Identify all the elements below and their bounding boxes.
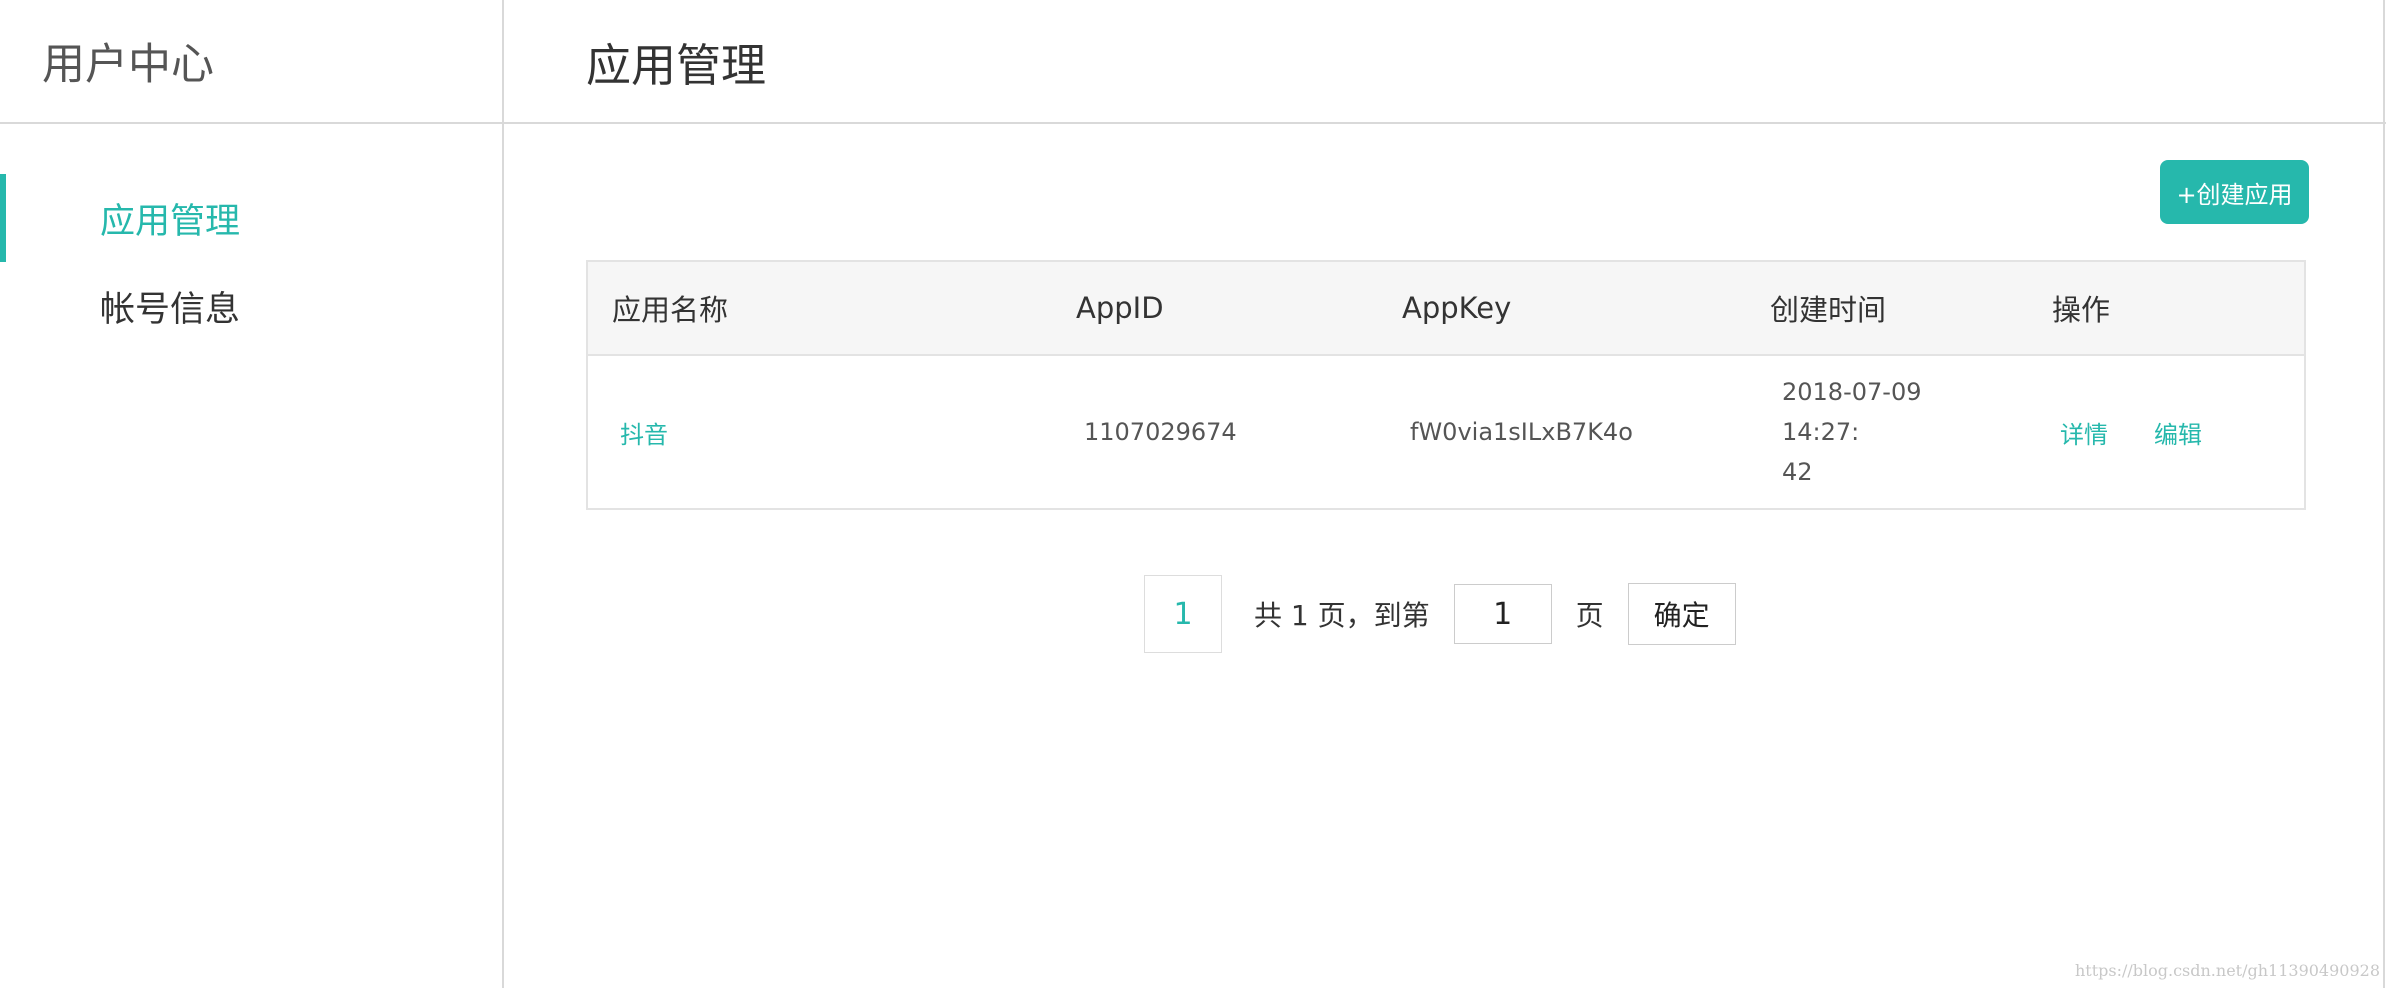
- app-table: 应用名称 AppID AppKey 创建时间 操作 抖音 1107029674 …: [586, 260, 2306, 510]
- right-divider: [2383, 0, 2385, 988]
- edit-link[interactable]: 编辑: [2154, 415, 2202, 450]
- app-name-link[interactable]: 抖音: [620, 415, 668, 450]
- created-time-line: 42: [1782, 458, 1813, 486]
- created-time-cell: 2018-07-09 14:27: 42: [1782, 356, 2002, 508]
- sidebar-nav: 应用管理 帐号信息: [0, 124, 502, 350]
- column-header-appkey: AppKey: [1402, 291, 1512, 325]
- page-number-button[interactable]: 1: [1144, 575, 1222, 653]
- details-link[interactable]: 详情: [2060, 415, 2108, 450]
- page-title: 应用管理: [504, 0, 2386, 124]
- sidebar-item-account-info[interactable]: 帐号信息: [0, 262, 502, 350]
- column-header-actions: 操作: [2052, 293, 2111, 327]
- table-row: 抖音 1107029674 fW0via1sILxB7K4o 2018-07-0…: [588, 356, 2304, 508]
- sidebar-item-label: 应用管理: [100, 201, 241, 242]
- confirm-page-button[interactable]: 确定: [1627, 583, 1736, 645]
- sidebar-title: 用户中心: [0, 0, 502, 124]
- pagination: 1 共 1 页，到第 页 确定: [1144, 574, 1736, 654]
- goto-page-input[interactable]: [1453, 584, 1552, 644]
- app-management-page: 用户中心 应用管理 帐号信息 应用管理 +创建应用 应用名称 AppID App…: [0, 0, 2386, 988]
- app-name-cell: 抖音: [620, 356, 1060, 508]
- sidebar-item-app-management[interactable]: 应用管理: [0, 174, 502, 262]
- create-app-button[interactable]: +创建应用: [2160, 160, 2309, 224]
- page-total-text: 共 1 页，到第: [1254, 599, 1430, 632]
- sidebar-item-label: 帐号信息: [100, 289, 241, 330]
- page-unit-label: 页: [1575, 599, 1604, 632]
- table-header: 应用名称 AppID AppKey 创建时间 操作: [588, 262, 2304, 356]
- appid-cell: 1107029674: [1084, 418, 1237, 446]
- watermark-text: https://blog.csdn.net/gh11390490928: [2074, 961, 2380, 980]
- created-time-line: 2018-07-09 14:27:: [1782, 378, 1922, 446]
- appkey-cell: fW0via1sILxB7K4o: [1410, 418, 1633, 446]
- column-header-appid: AppID: [1076, 291, 1164, 325]
- sidebar: 用户中心 应用管理 帐号信息: [0, 0, 504, 988]
- actions-cell: 详情 编辑: [2060, 356, 2310, 508]
- column-header-app-name: 应用名称: [612, 293, 729, 327]
- column-header-created-time: 创建时间: [1770, 293, 1887, 327]
